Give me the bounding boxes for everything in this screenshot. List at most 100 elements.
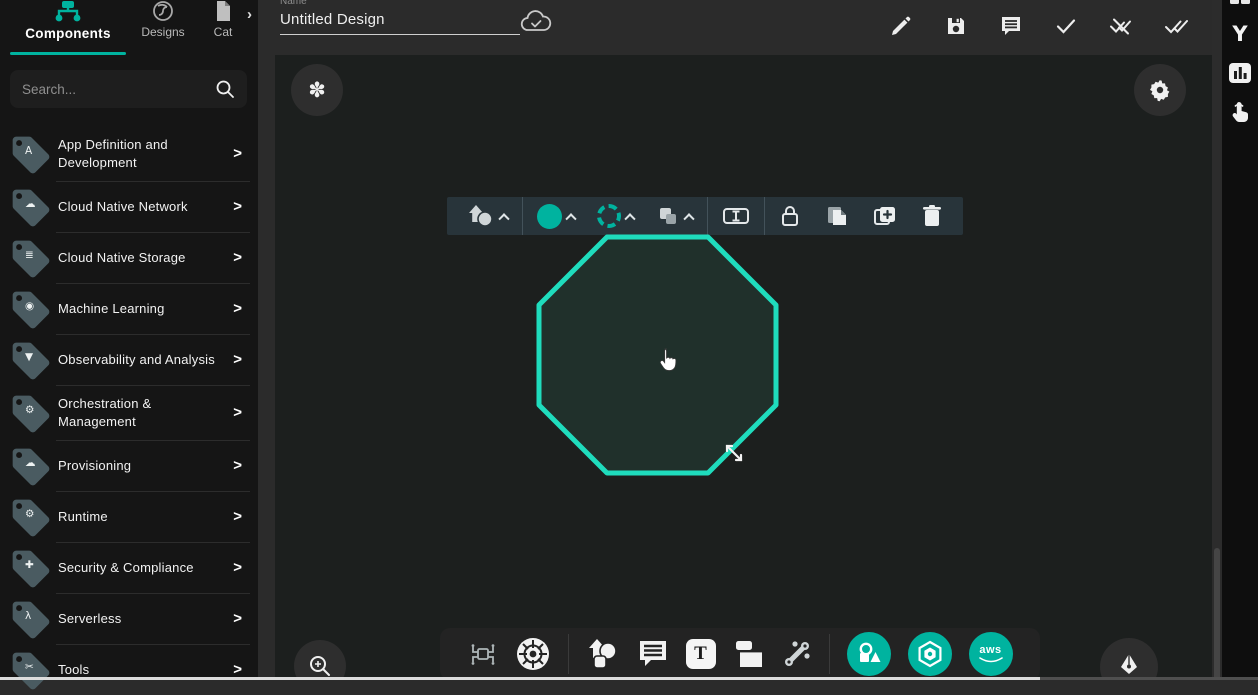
chevron-right-icon: > (233, 610, 248, 627)
sidebar-item-cloud-native-storage[interactable]: ≣ Cloud Native Storage > (0, 232, 258, 283)
catalog-icon (213, 0, 233, 22)
chevron-right-icon: > (233, 198, 248, 215)
chevron-right-icon: > (233, 661, 248, 678)
chevron-right-icon: > (233, 508, 248, 525)
edit-button[interactable] (889, 14, 913, 38)
sidebar-tabbar: Components Designs Cat › (0, 0, 258, 58)
chevron-right-icon: > (233, 249, 248, 266)
note-tool[interactable] (733, 639, 765, 669)
border-style-button[interactable] (593, 204, 638, 228)
duplicate-button[interactable] (821, 204, 853, 228)
merge-icon: Y (1232, 22, 1247, 46)
analytics-button[interactable] (1222, 62, 1258, 84)
name-field-underline (280, 34, 520, 35)
flower-icon: ✽ (308, 78, 326, 102)
sidebar-item-security[interactable]: ✚ Security & Compliance > (0, 542, 258, 593)
zoom-in-button[interactable] (294, 640, 346, 680)
meshery-hexagon-button[interactable] (908, 632, 952, 676)
shapes-library-icon (856, 641, 882, 667)
grid-icon (1229, 0, 1251, 8)
kubernetes-icon (515, 636, 551, 672)
shape-picker-button[interactable] (463, 203, 512, 229)
kubernetes-tool[interactable] (515, 636, 551, 672)
tag-icon: ☁ (8, 445, 58, 487)
category-label: Provisioning (58, 457, 233, 475)
delete-button[interactable] (917, 204, 947, 228)
touch-hand-icon (1229, 100, 1251, 124)
resize-width-button[interactable] (718, 205, 754, 227)
tag-icon: ✂ (8, 649, 58, 691)
text-tool[interactable]: T (686, 639, 716, 669)
sidebar-item-runtime[interactable]: ⚙ Runtime > (0, 491, 258, 542)
check-button[interactable] (1054, 14, 1078, 38)
sidebar-item-cloud-native-network[interactable]: ☁ Cloud Native Network > (0, 181, 258, 232)
sidebar-item-provisioning[interactable]: ☁ Provisioning > (0, 440, 258, 491)
note-icon (733, 639, 765, 669)
aws-components-button[interactable]: aws (969, 632, 1013, 676)
add-layer-icon (873, 204, 897, 228)
sidebar-item-app-definition[interactable]: A App Definition and Development > (0, 126, 258, 181)
hexagon-icon (916, 640, 944, 668)
chevron-up-icon (565, 213, 576, 224)
search-input[interactable] (22, 82, 215, 97)
tab-designs[interactable]: Designs (134, 0, 192, 39)
category-label: Cloud Native Storage (58, 249, 233, 267)
chevron-up-icon (624, 213, 635, 224)
lock-button[interactable] (775, 204, 805, 228)
gesture-mode-button[interactable] (1222, 100, 1258, 124)
active-tab-indicator (10, 52, 126, 55)
design-name-field[interactable]: Name Untitled Design (280, 0, 520, 35)
comment-tool[interactable] (637, 639, 669, 669)
design-canvas[interactable]: ✽ (275, 55, 1212, 680)
name-field-label: Name (280, 0, 520, 7)
tab-components[interactable]: Components (8, 0, 128, 58)
hand-cursor-icon (654, 347, 680, 375)
fill-color-button[interactable] (533, 204, 579, 229)
arrange-button[interactable] (652, 204, 697, 228)
component-node-tool[interactable] (468, 639, 498, 669)
chevron-right-icon: > (233, 457, 248, 474)
chevron-up-icon (683, 213, 694, 224)
dismiss-all-checks-button[interactable] (1109, 14, 1133, 38)
canvas-settings-button[interactable] (1134, 64, 1186, 116)
canvas-scrollbar[interactable] (1212, 0, 1222, 680)
resize-handle-icon[interactable] (722, 441, 746, 465)
category-label: Security & Compliance (58, 559, 233, 577)
comment-icon (637, 639, 669, 669)
scrollbar-thumb[interactable] (1214, 548, 1220, 680)
sidebar-item-orchestration[interactable]: ⚙ Orchestration & Management > (0, 385, 258, 440)
aws-logo: aws (978, 645, 1004, 664)
approve-all-button[interactable] (1164, 14, 1188, 38)
shapes-tool[interactable] (586, 638, 620, 670)
save-button[interactable] (944, 14, 968, 38)
search-icon[interactable] (215, 79, 235, 99)
canvas-menu-button[interactable]: ✽ (291, 64, 343, 116)
chevron-right-icon: > (233, 351, 248, 368)
merge-tool-button[interactable]: Y (1222, 22, 1258, 46)
tab-catalog[interactable]: Cat (200, 0, 246, 39)
dock-divider (568, 634, 569, 674)
category-label: App Definition and Development (58, 136, 233, 171)
pen-nib-icon (1116, 653, 1142, 680)
add-to-group-button[interactable] (869, 204, 901, 228)
design-name-value[interactable]: Untitled Design (280, 11, 520, 28)
canvas-dock-toolbar: T (440, 628, 1040, 680)
pen-tool-button[interactable] (1100, 638, 1158, 680)
sidebar-item-machine-learning[interactable]: ◉ Machine Learning > (0, 283, 258, 334)
dashed-border-swatch (597, 204, 621, 228)
comment-button[interactable] (999, 14, 1023, 38)
tabs-scroll-right-chevron-icon[interactable]: › (247, 6, 252, 23)
sidebar-item-tools[interactable]: ✂ Tools > (0, 644, 258, 695)
layers-icon (656, 204, 680, 228)
sidebar-item-serverless[interactable]: λ Serverless > (0, 593, 258, 644)
panel-grid-button[interactable] (1222, 0, 1258, 8)
chevron-up-icon (498, 213, 509, 224)
zoom-in-icon (307, 653, 333, 679)
shapes-library-button[interactable] (847, 632, 891, 676)
tag-icon: ≣ (8, 237, 58, 279)
edge-connect-tool[interactable] (782, 639, 812, 669)
sidebar-item-observability[interactable]: ▼ Observability and Analysis > (0, 334, 258, 385)
shape-context-toolbar (447, 197, 963, 235)
bar-chart-icon (1228, 62, 1252, 84)
category-list: A App Definition and Development > ☁ Clo… (0, 126, 258, 695)
